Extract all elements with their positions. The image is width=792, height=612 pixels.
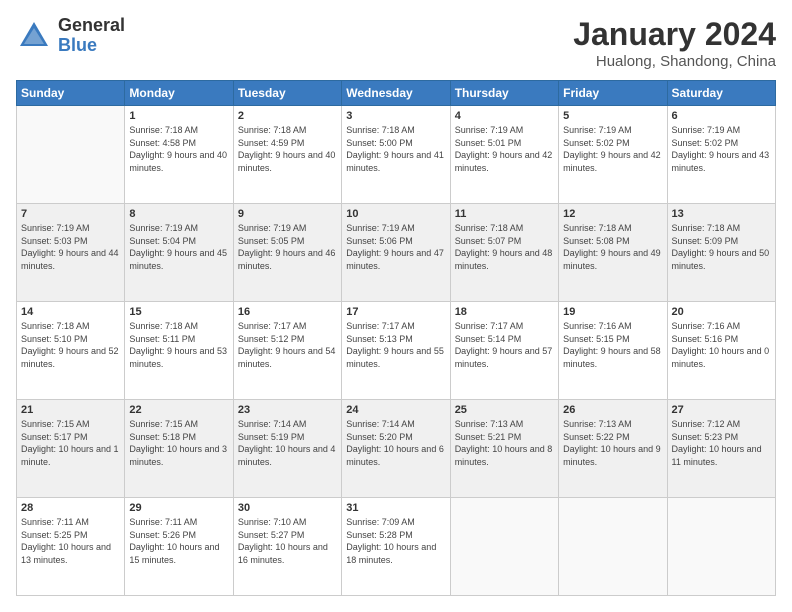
table-row: 13Sunrise: 7:18 AMSunset: 5:09 PMDayligh… (667, 204, 775, 302)
col-header-sunday: Sunday (17, 81, 125, 106)
table-row: 21Sunrise: 7:15 AMSunset: 5:17 PMDayligh… (17, 400, 125, 498)
table-row: 11Sunrise: 7:18 AMSunset: 5:07 PMDayligh… (450, 204, 558, 302)
table-row: 20Sunrise: 7:16 AMSunset: 5:16 PMDayligh… (667, 302, 775, 400)
page-title: January 2024 (573, 16, 776, 53)
logo-icon (16, 18, 52, 54)
table-row (667, 498, 775, 596)
table-row: 4Sunrise: 7:19 AMSunset: 5:01 PMDaylight… (450, 106, 558, 204)
table-row: 31Sunrise: 7:09 AMSunset: 5:28 PMDayligh… (342, 498, 450, 596)
table-row: 3Sunrise: 7:18 AMSunset: 5:00 PMDaylight… (342, 106, 450, 204)
col-header-tuesday: Tuesday (233, 81, 341, 106)
table-row: 29Sunrise: 7:11 AMSunset: 5:26 PMDayligh… (125, 498, 233, 596)
table-row: 19Sunrise: 7:16 AMSunset: 5:15 PMDayligh… (559, 302, 667, 400)
table-row: 9Sunrise: 7:19 AMSunset: 5:05 PMDaylight… (233, 204, 341, 302)
table-row: 22Sunrise: 7:15 AMSunset: 5:18 PMDayligh… (125, 400, 233, 498)
table-row: 15Sunrise: 7:18 AMSunset: 5:11 PMDayligh… (125, 302, 233, 400)
table-row: 6Sunrise: 7:19 AMSunset: 5:02 PMDaylight… (667, 106, 775, 204)
table-row: 17Sunrise: 7:17 AMSunset: 5:13 PMDayligh… (342, 302, 450, 400)
logo-blue: Blue (58, 36, 125, 56)
table-row: 27Sunrise: 7:12 AMSunset: 5:23 PMDayligh… (667, 400, 775, 498)
col-header-saturday: Saturday (667, 81, 775, 106)
col-header-thursday: Thursday (450, 81, 558, 106)
table-row: 7Sunrise: 7:19 AMSunset: 5:03 PMDaylight… (17, 204, 125, 302)
table-row (450, 498, 558, 596)
logo-general: General (58, 16, 125, 36)
table-row: 18Sunrise: 7:17 AMSunset: 5:14 PMDayligh… (450, 302, 558, 400)
table-row: 25Sunrise: 7:13 AMSunset: 5:21 PMDayligh… (450, 400, 558, 498)
table-row: 10Sunrise: 7:19 AMSunset: 5:06 PMDayligh… (342, 204, 450, 302)
location: Hualong, Shandong, China (573, 53, 776, 70)
col-header-friday: Friday (559, 81, 667, 106)
table-row: 1Sunrise: 7:18 AMSunset: 4:58 PMDaylight… (125, 106, 233, 204)
table-row: 23Sunrise: 7:14 AMSunset: 5:19 PMDayligh… (233, 400, 341, 498)
table-row: 5Sunrise: 7:19 AMSunset: 5:02 PMDaylight… (559, 106, 667, 204)
table-row: 26Sunrise: 7:13 AMSunset: 5:22 PMDayligh… (559, 400, 667, 498)
logo: General Blue (16, 16, 125, 56)
col-header-wednesday: Wednesday (342, 81, 450, 106)
table-row: 2Sunrise: 7:18 AMSunset: 4:59 PMDaylight… (233, 106, 341, 204)
table-row: 12Sunrise: 7:18 AMSunset: 5:08 PMDayligh… (559, 204, 667, 302)
table-row (559, 498, 667, 596)
table-row: 28Sunrise: 7:11 AMSunset: 5:25 PMDayligh… (17, 498, 125, 596)
table-row: 16Sunrise: 7:17 AMSunset: 5:12 PMDayligh… (233, 302, 341, 400)
table-row: 14Sunrise: 7:18 AMSunset: 5:10 PMDayligh… (17, 302, 125, 400)
table-row (17, 106, 125, 204)
table-row: 24Sunrise: 7:14 AMSunset: 5:20 PMDayligh… (342, 400, 450, 498)
col-header-monday: Monday (125, 81, 233, 106)
table-row: 30Sunrise: 7:10 AMSunset: 5:27 PMDayligh… (233, 498, 341, 596)
table-row: 8Sunrise: 7:19 AMSunset: 5:04 PMDaylight… (125, 204, 233, 302)
